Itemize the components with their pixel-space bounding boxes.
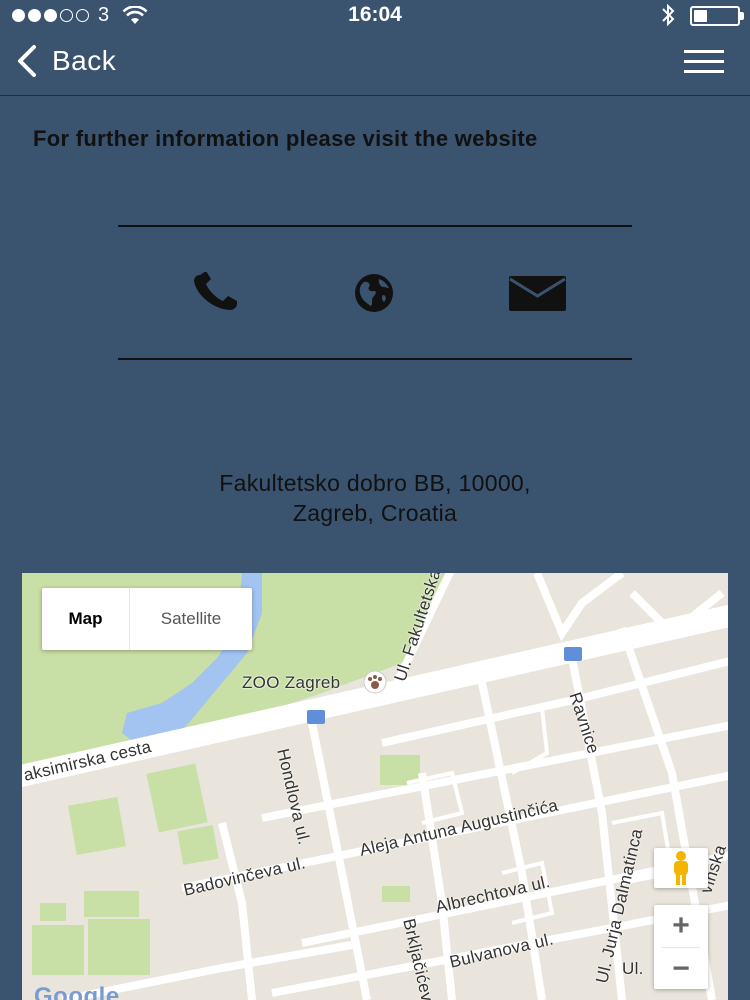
zoom-out-button[interactable]: − [654,948,708,990]
globe-icon[interactable] [349,273,399,313]
back-label: Back [52,45,117,76]
map-type-map-button[interactable]: Map [42,588,130,650]
chevron-left-icon [18,45,36,77]
battery-icon [690,6,740,26]
address: Fakultetsko dobro BB, 10000, Zagreb, Cro… [0,468,750,528]
info-text: For further information please visit the… [33,126,538,151]
map-type-satellite-button[interactable]: Satellite [130,588,252,650]
status-bar: 3 16:04 [0,0,750,30]
divider-top [118,225,632,227]
map-label-ul: Ul. [622,959,644,978]
back-button[interactable]: Back [14,44,116,78]
phone-icon[interactable] [192,272,240,312]
navigation-bar: Back [0,30,750,96]
envelope-icon[interactable] [508,275,568,313]
hamburger-menu-icon[interactable] [684,50,726,76]
status-time: 16:04 [348,3,402,26]
zoom-in-button[interactable]: + [654,905,708,947]
map-type-control: Map Satellite [42,588,252,650]
address-line-1: Fakultetsko dobro BB, 10000, [219,470,531,496]
map[interactable]: ZOO Zagreb Ul. Fakultetska aksimirska ce… [22,573,728,1000]
battery-level [694,10,707,22]
google-logo: Google [34,983,120,1000]
address-line-2: Zagreb, Croatia [292,500,458,526]
map-label-zoo: ZOO Zagreb [242,673,341,692]
street-view-pegman-icon[interactable] [654,848,708,888]
bluetooth-icon [662,3,675,27]
divider-bottom [118,358,632,360]
zoom-control: + − [654,905,708,989]
